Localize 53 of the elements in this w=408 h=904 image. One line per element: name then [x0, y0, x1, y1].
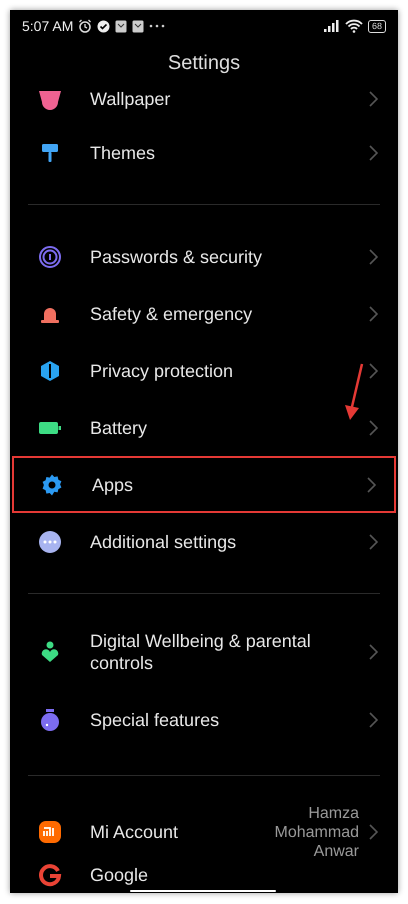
chevron-right-icon: [367, 476, 376, 492]
item-label: Digital Wellbeing & parental controls: [90, 630, 312, 674]
item-label: Mi Account: [90, 821, 178, 843]
chevron-right-icon: [369, 91, 378, 107]
settings-item[interactable]: Digital Wellbeing & parental controls: [10, 617, 398, 687]
item-label: Safety & emergency: [90, 302, 252, 324]
signal-icon: [324, 20, 340, 32]
settings-item[interactable]: Mi Account Hamza Mohammad Anwar: [10, 799, 398, 865]
item-label: Wallpaper: [90, 88, 170, 110]
settings-item[interactable]: Battery: [10, 399, 398, 456]
item-label: Additional settings: [90, 530, 236, 552]
flask-icon: [38, 708, 62, 732]
item-label: Battery: [90, 416, 148, 438]
chevron-right-icon: [369, 420, 378, 436]
chevron-right-icon: [369, 534, 378, 550]
account-name: Hamza Mohammad Anwar: [274, 804, 359, 860]
settings-item[interactable]: Safety & emergency: [10, 285, 398, 342]
settings-item[interactable]: Passwords & security: [10, 228, 398, 285]
wifi-icon: [344, 19, 363, 33]
chevron-right-icon: [369, 144, 378, 160]
chevron-right-icon: [369, 362, 378, 378]
gear-icon: [40, 472, 64, 496]
chevron-right-icon: [369, 824, 378, 840]
chevron-right-icon: [369, 306, 378, 322]
settings-item[interactable]: Wallpaper: [10, 84, 398, 114]
g-logo-icon: [38, 863, 62, 887]
settings-item[interactable]: Privacy protection: [10, 342, 398, 399]
notification-icon: [115, 20, 128, 32]
item-label: Google: [90, 864, 148, 886]
notification-icon: [132, 20, 144, 32]
status-time: 5:07 AM: [22, 18, 74, 34]
alarm-icon: [78, 19, 92, 33]
more-notifications-icon: [149, 24, 166, 28]
chevron-right-icon: [369, 712, 378, 728]
settings-item[interactable]: Apps: [12, 456, 396, 513]
annotation-arrow: [344, 363, 366, 421]
settings-item[interactable]: Additional settings: [10, 513, 398, 570]
mi-logo-icon: [38, 820, 62, 844]
settings-item[interactable]: Special features: [10, 687, 398, 752]
battery-indicator: 68: [368, 20, 386, 32]
dots-icon: [38, 530, 62, 554]
check-circle-icon: [97, 20, 110, 32]
item-label: Privacy protection: [90, 360, 234, 382]
chevron-right-icon: [369, 644, 378, 660]
item-label: Themes: [90, 142, 156, 164]
screen-title: Settings: [166, 51, 242, 76]
settings-item[interactable]: Google: [10, 865, 398, 885]
shield-icon: [38, 358, 62, 382]
item-label: Special features: [90, 708, 220, 730]
settings-item[interactable]: Themes: [10, 124, 398, 181]
item-label: Passwords & security: [90, 246, 262, 268]
chevron-right-icon: [369, 248, 378, 264]
item-label: Apps: [92, 474, 134, 496]
